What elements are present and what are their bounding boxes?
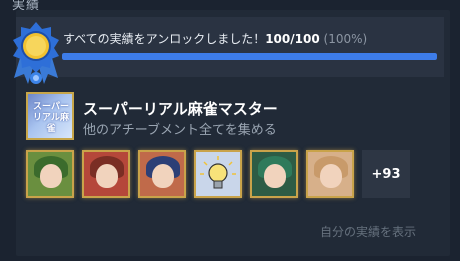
award-badge-icon [13,22,59,84]
achievement-6-icon[interactable] [306,150,354,198]
progress-text: すべての実績をアンロックしました！100/100 (100%) [63,30,367,47]
progress-block [16,17,444,77]
meta-achievement-title: スーパーリアル麻雀マスター [83,100,278,118]
achievement-icons-row: +93 [26,150,410,198]
meta-achievement-icon[interactable]: スーパーリアル麻雀 [26,92,74,140]
achievement-3-icon[interactable] [138,150,186,198]
achievement-5-icon[interactable] [250,150,298,198]
character-face [96,164,118,188]
meta-achievement-description: 他のアチーブメント全てを集める [83,123,277,138]
show-my-achievements-link[interactable]: 自分の実績を表示 [320,223,416,240]
progress-count: 100/100 [265,32,320,46]
meta-achievement-icon-text: スーパーリアル麻雀 [33,102,69,134]
achievement-4-icon[interactable] [194,150,242,198]
lightbulb-icon [200,156,236,189]
character-face [264,164,286,188]
achievement-1-icon[interactable] [26,150,74,198]
progress-bar [62,53,437,60]
progress-bar-fill [62,53,437,60]
character-face [152,164,174,188]
progress-message: すべての実績をアンロックしました！ [63,32,266,46]
character-face [320,164,342,188]
more-achievements-count[interactable]: +93 [362,150,410,198]
achievement-2-icon[interactable] [82,150,130,198]
character-face [40,164,62,188]
progress-percent: (100%) [323,32,368,46]
